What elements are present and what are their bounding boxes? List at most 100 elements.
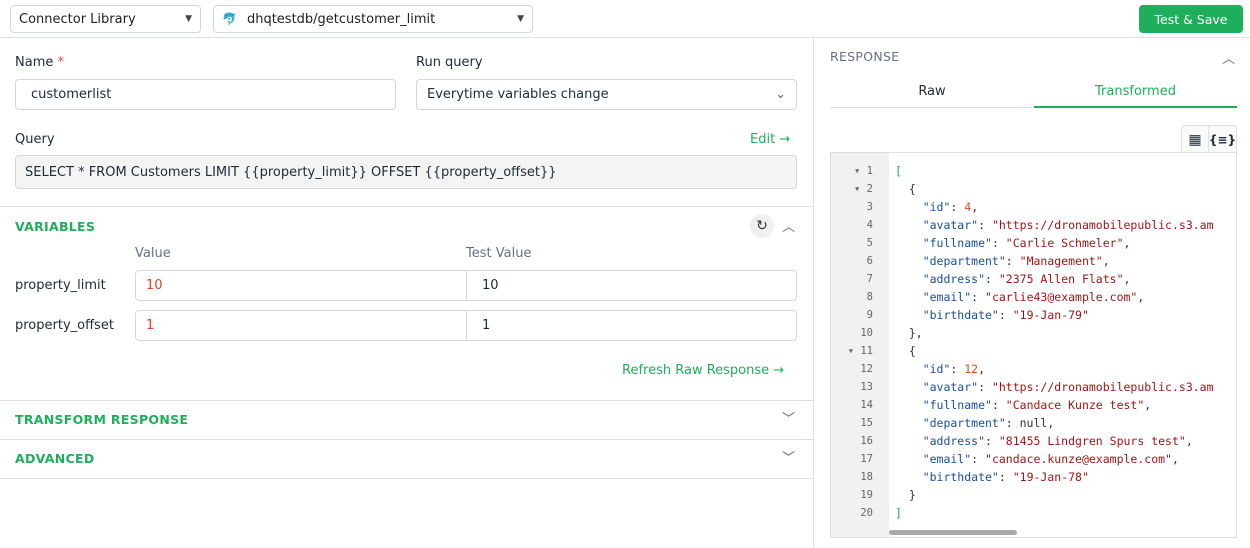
chevron-down-icon: ▼	[185, 14, 192, 24]
line-number[interactable]: ▾ 11	[831, 342, 873, 360]
code-token: "carlie43@example.com"	[985, 290, 1138, 304]
chevron-down-icon: ▼	[517, 14, 524, 24]
horizontal-scrollbar[interactable]	[889, 530, 1017, 535]
variable-name: property_offset	[15, 318, 114, 333]
code-token: "19-Jan-79"	[1012, 308, 1089, 322]
code-line: 19 }	[831, 486, 1236, 504]
code-token: "candace.kunze@example.com"	[985, 452, 1172, 466]
run-query-label: Run query	[416, 55, 483, 70]
code-line: 16 "address": "81455 Lindgren Spurs test…	[831, 432, 1236, 450]
line-number: 16	[860, 435, 873, 447]
chevron-down-icon[interactable]: ﹀	[782, 447, 795, 466]
code-token: :	[991, 236, 1006, 250]
arrow-right-icon: →	[773, 363, 785, 378]
query-text[interactable]: SELECT * FROM Customers LIMIT {{property…	[15, 155, 797, 189]
table-view-icon[interactable]: ▦	[1182, 126, 1209, 153]
line-number: 18	[860, 471, 873, 483]
chevron-up-icon[interactable]: ︿	[782, 216, 795, 235]
name-label: Name *	[15, 55, 64, 70]
code-token: "19-Jan-78"	[1012, 470, 1089, 484]
code-token: "2375 Allen Flats"	[998, 272, 1124, 286]
code-token: "81455 Lindgren Spurs test"	[998, 434, 1186, 448]
line-number: 4	[866, 219, 873, 231]
code-token: :	[950, 362, 965, 376]
code-token: "department"	[895, 254, 1006, 268]
query-label: Query	[15, 132, 55, 147]
topbar-divider	[0, 37, 1250, 38]
line-number: 17	[860, 453, 873, 465]
refresh-icon[interactable]: ↻	[750, 214, 774, 238]
code-token: :	[971, 290, 986, 304]
code-token: "department"	[895, 416, 1006, 430]
code-line: 20]	[831, 504, 1236, 522]
code-line: 14 "fullname": "Candace Kunze test",	[831, 396, 1236, 414]
code-token: ,	[1102, 254, 1110, 268]
variable-value-input[interactable]: 10	[135, 270, 467, 301]
line-number: 13	[860, 381, 873, 393]
transform-response-section[interactable]: TRANSFORM RESPONSE	[15, 412, 188, 427]
code-token: "email"	[895, 452, 972, 466]
json-view-icon[interactable]: {≡}	[1209, 126, 1236, 153]
code-token: ,	[1137, 290, 1145, 304]
variable-test-value-input[interactable]: 1	[466, 310, 797, 341]
line-number: 9	[866, 309, 873, 321]
advanced-section[interactable]: ADVANCED	[15, 451, 95, 466]
code-token: :	[971, 452, 986, 466]
panel-divider	[813, 38, 814, 548]
code-token: :	[978, 380, 992, 394]
code-line: ▾ 1 [	[831, 162, 1236, 180]
divider	[0, 206, 813, 207]
code-token: "id"	[895, 362, 951, 376]
code-token: :	[998, 470, 1013, 484]
test-save-button[interactable]: Test & Save	[1139, 5, 1243, 33]
code-token: ]	[895, 506, 902, 520]
line-number: 19	[860, 489, 873, 501]
code-line: 17 "email": "candace.kunze@example.com",	[831, 450, 1236, 468]
arrow-right-icon: →	[779, 132, 791, 147]
tab-transformed[interactable]: Transformed	[1034, 84, 1237, 108]
connector-library-select[interactable]: Connector Library ▼	[10, 5, 201, 33]
code-token: :	[985, 434, 999, 448]
line-number: 14	[860, 399, 873, 411]
divider	[0, 400, 813, 401]
edit-query-link[interactable]: Edit →	[750, 132, 790, 147]
line-number[interactable]: ▾ 2	[831, 180, 873, 198]
chevron-down-icon[interactable]: ﹀	[782, 408, 795, 427]
code-line: 18 "birthdate": "19-Jan-78"	[831, 468, 1236, 486]
code-line: ▾ 11 {	[831, 342, 1236, 360]
code-token: {	[895, 182, 916, 196]
tab-raw[interactable]: Raw	[830, 84, 1034, 99]
line-number: 7	[866, 273, 873, 285]
line-number: 6	[866, 255, 873, 267]
code-line: 13 "avatar": "https://dronamobilepublic.…	[831, 378, 1236, 396]
variable-test-value-input[interactable]: 10	[466, 270, 797, 301]
query-select[interactable]: 🐬 dhqtestdb/getcustomer_limit ▼	[213, 5, 533, 33]
code-token: "birthdate"	[895, 308, 999, 322]
select-value: Everytime variables change	[427, 87, 609, 102]
run-query-select[interactable]: Everytime variables change ⌄	[416, 79, 797, 110]
mysql-icon: 🐬	[222, 12, 237, 26]
code-token: "address"	[895, 272, 986, 286]
chevron-down-icon: ⌄	[775, 87, 786, 102]
code-token: "fullname"	[895, 398, 992, 412]
code-line: 12 "id": 12,	[831, 360, 1236, 378]
code-line: 6 "department": "Management",	[831, 252, 1236, 270]
code-token: ,	[1123, 272, 1131, 286]
code-line: 8 "email": "carlie43@example.com",	[831, 288, 1236, 306]
response-code-viewer[interactable]: ▾ 1[▾ 2 {3 "id": 4, 4 "avatar": "https://…	[830, 152, 1237, 538]
code-token: :	[991, 398, 1006, 412]
line-number: 12	[860, 363, 873, 375]
code-token: "Management"	[1019, 254, 1103, 268]
code-token: : null,	[1005, 416, 1055, 430]
code-line: 10 },	[831, 324, 1236, 342]
chevron-up-icon[interactable]: ︿	[1222, 48, 1235, 67]
line-number[interactable]: ▾ 1	[831, 162, 873, 180]
code-token: :	[998, 308, 1013, 322]
refresh-raw-response-link[interactable]: Refresh Raw Response →	[622, 363, 784, 378]
value-column-header: Value	[135, 246, 171, 261]
code-token: :	[1005, 254, 1020, 268]
code-token: ,	[1185, 434, 1193, 448]
variable-value-input[interactable]: 1	[135, 310, 467, 341]
name-input[interactable]: customerlist	[15, 79, 396, 110]
divider	[0, 439, 813, 440]
